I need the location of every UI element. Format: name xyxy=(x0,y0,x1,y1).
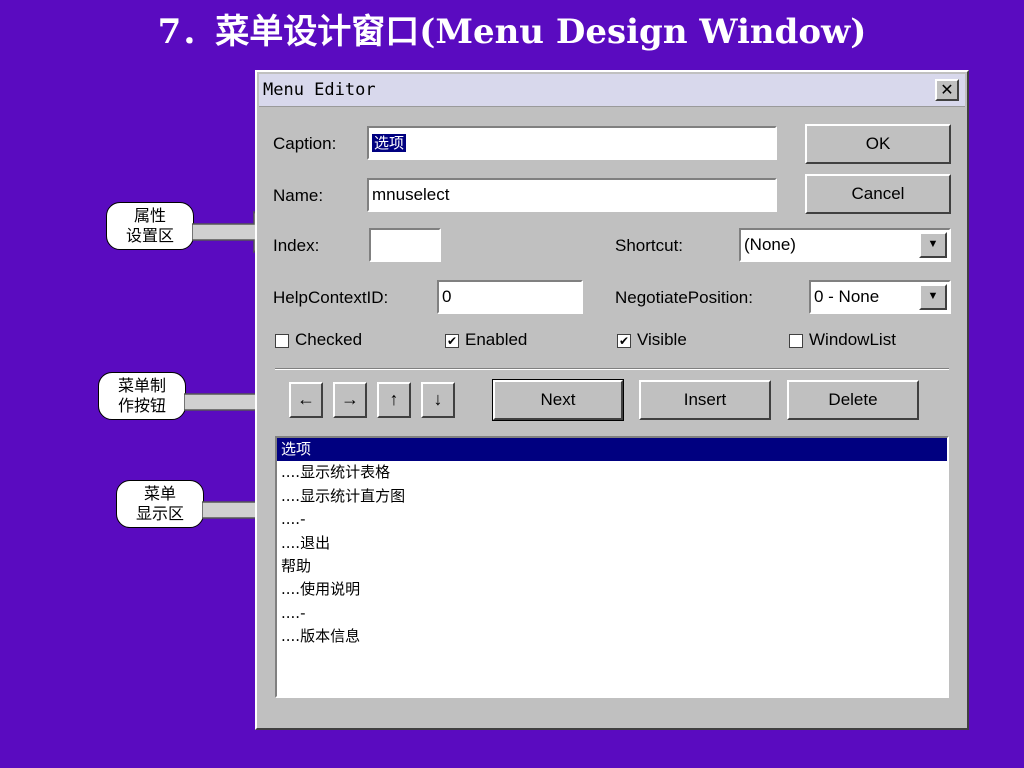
arrow-left-icon: ← xyxy=(297,389,315,409)
index-input[interactable] xyxy=(369,228,441,262)
checked-label: Checked xyxy=(295,330,363,349)
enabled-checkbox[interactable]: ✔ xyxy=(445,334,459,348)
checkmark-icon: ✔ xyxy=(446,334,458,348)
visible-checkbox[interactable]: ✔ xyxy=(617,334,631,348)
delete-button-label: Delete xyxy=(828,390,878,409)
list-item[interactable]: 帮助 xyxy=(277,555,947,578)
shortcut-dropdown-button[interactable]: ▼ xyxy=(919,232,947,258)
list-item[interactable]: ....- xyxy=(277,602,947,625)
insert-button-label: Insert xyxy=(683,390,727,409)
index-label: Index: xyxy=(273,236,320,255)
callout-property-area-text: 属性 设置区 xyxy=(125,206,174,245)
shortcut-select[interactable]: (None) ▼ xyxy=(739,228,951,262)
title-bar: Menu Editor ✕ xyxy=(259,74,965,107)
list-item[interactable]: ....使用说明 xyxy=(277,578,947,601)
list-item[interactable]: 选项 xyxy=(277,438,947,462)
next-button-label: Next xyxy=(540,390,576,409)
delete-button[interactable]: Delete xyxy=(787,380,919,420)
name-value: mnuselect xyxy=(372,185,450,204)
helpcontextid-label: HelpContextID: xyxy=(273,288,389,307)
name-label: Name: xyxy=(273,186,324,205)
menu-editor-dialog: Menu Editor ✕ Caption: 选项 OK Name: mnuse… xyxy=(255,70,969,730)
negotiate-dropdown-button[interactable]: ▼ xyxy=(919,284,947,310)
ok-button-label: OK xyxy=(865,134,891,153)
checked-checkbox[interactable] xyxy=(275,334,289,348)
move-up-button[interactable]: ↑ xyxy=(377,382,411,418)
menu-list[interactable]: 选项 ....显示统计表格 ....显示统计直方图 ....- ....退出 帮… xyxy=(275,436,949,698)
shortcut-label: Shortcut: xyxy=(615,236,684,255)
caption-value: 选项 xyxy=(372,134,407,152)
helpcontextid-value: 0 xyxy=(442,287,452,306)
checkmark-icon: ✔ xyxy=(618,334,630,348)
arrow-right-icon: → xyxy=(341,389,359,409)
arrow-down-icon: ↓ xyxy=(433,389,443,409)
name-input[interactable]: mnuselect xyxy=(367,178,777,212)
insert-button[interactable]: Insert xyxy=(639,380,771,420)
callout-menu-display: 菜单 显示区 xyxy=(116,480,204,528)
caption-label: Caption: xyxy=(273,134,337,153)
list-item[interactable]: ....版本信息 xyxy=(277,625,947,648)
list-item[interactable]: ....退出 xyxy=(277,532,947,555)
windowlist-label: WindowList xyxy=(809,330,896,349)
close-button[interactable]: ✕ xyxy=(935,79,959,101)
shortcut-value: (None) xyxy=(744,235,796,254)
visible-label: Visible xyxy=(637,330,687,349)
chevron-down-icon: ▼ xyxy=(927,238,939,250)
cancel-button[interactable]: Cancel xyxy=(805,174,951,214)
callout-property-area: 属性 设置区 xyxy=(106,202,194,250)
list-item[interactable]: ....显示统计直方图 xyxy=(277,485,947,508)
ok-button[interactable]: OK xyxy=(805,124,951,164)
chevron-down-icon: ▼ xyxy=(927,290,939,302)
helpcontextid-input[interactable]: 0 xyxy=(437,280,583,314)
cancel-button-label: Cancel xyxy=(851,184,905,203)
next-button[interactable]: Next xyxy=(492,379,624,421)
caption-input[interactable]: 选项 xyxy=(367,126,777,160)
negotiate-value: 0 - None xyxy=(814,287,880,306)
list-item[interactable]: ....- xyxy=(277,508,947,531)
callout-menu-buttons-text: 菜单制 作按钮 xyxy=(117,376,166,415)
callout-menu-buttons: 菜单制 作按钮 xyxy=(98,372,186,420)
list-item[interactable]: ....显示统计表格 xyxy=(277,461,947,484)
slide-title: 7．菜单设计窗口(Menu Design Window) xyxy=(157,12,867,52)
arrow-up-icon: ↑ xyxy=(389,389,399,409)
separator xyxy=(275,368,949,370)
move-right-button[interactable]: → xyxy=(333,382,367,418)
callout-menu-display-text: 菜单 显示区 xyxy=(135,484,184,523)
move-down-button[interactable]: ↓ xyxy=(421,382,455,418)
windowlist-checkbox[interactable] xyxy=(789,334,803,348)
close-icon: ✕ xyxy=(940,80,954,99)
dialog-title: Menu Editor xyxy=(263,80,376,100)
negotiate-select[interactable]: 0 - None ▼ xyxy=(809,280,951,314)
negotiate-label: NegotiatePosition: xyxy=(615,288,753,307)
enabled-label: Enabled xyxy=(465,330,528,349)
move-left-button[interactable]: ← xyxy=(289,382,323,418)
